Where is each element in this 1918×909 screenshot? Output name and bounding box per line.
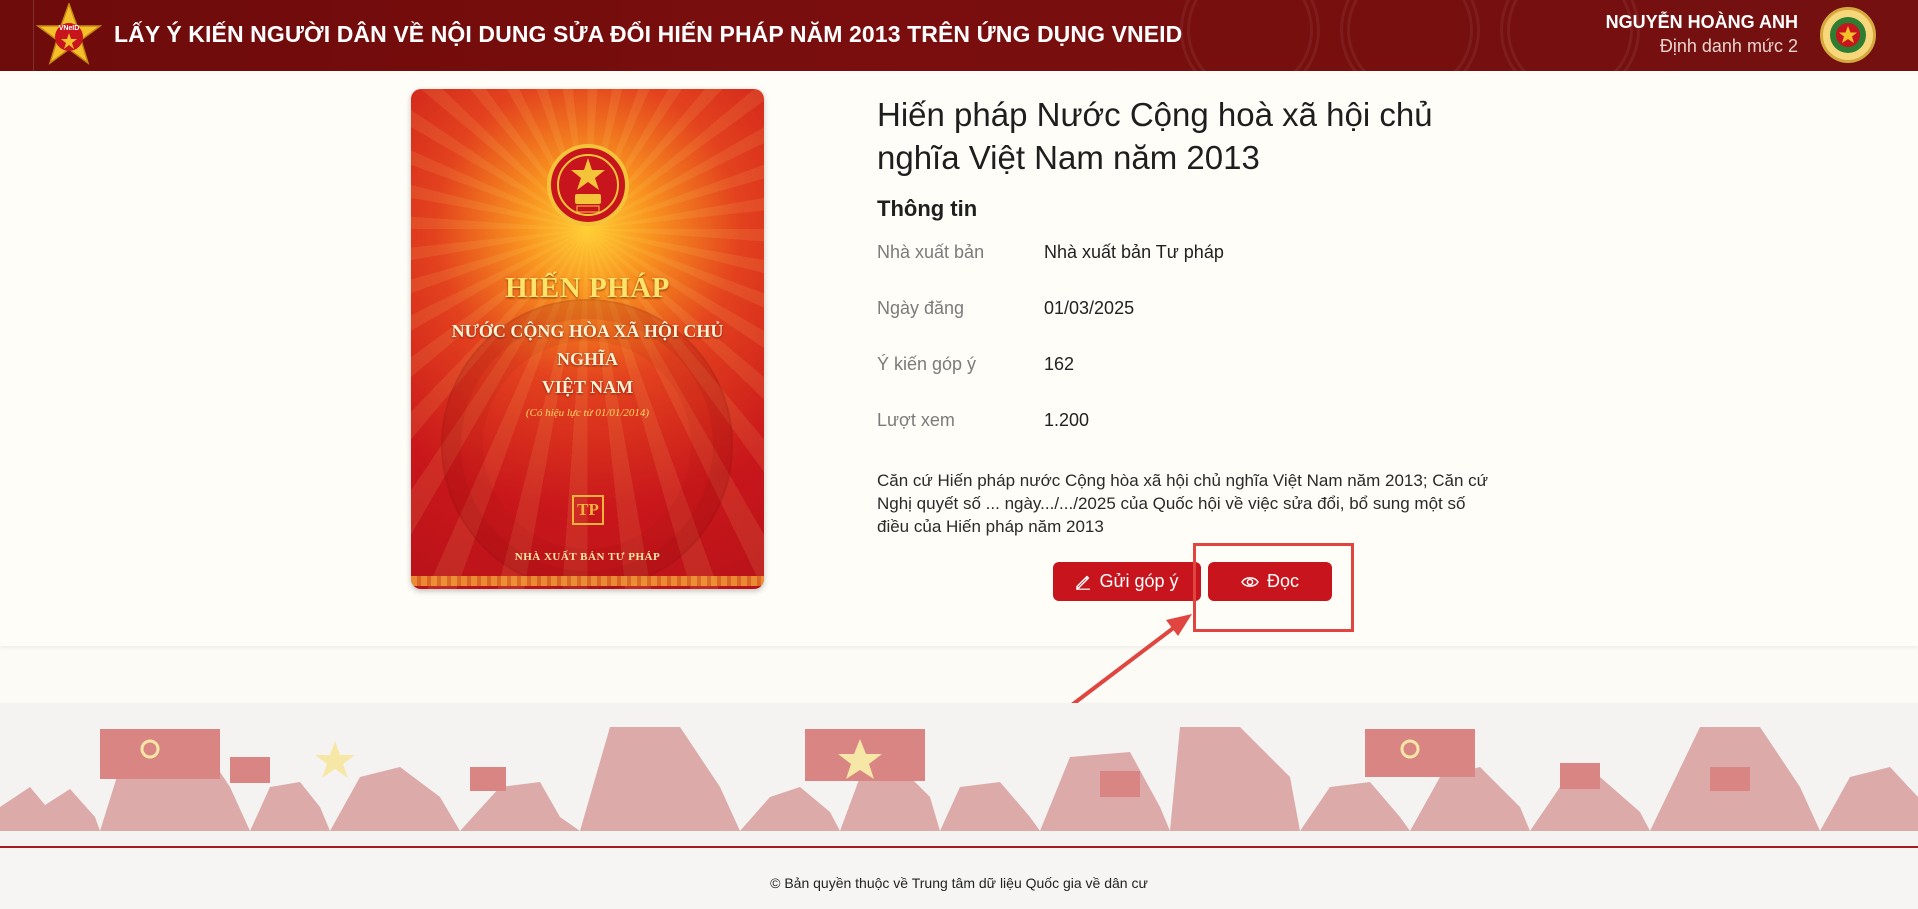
copyright-text: © Bản quyền thuộc về Trung tâm dữ liệu Q…	[0, 848, 1918, 909]
logo-text: VNeID	[59, 25, 80, 32]
user-info[interactable]: NGUYỄN HOÀNG ANH Định danh mức 2	[1606, 12, 1798, 57]
national-emblem-icon	[547, 144, 629, 226]
police-badge-icon	[1830, 17, 1866, 53]
info-label: Ngày đăng	[877, 298, 965, 318]
header-pattern	[1340, 0, 1480, 71]
book-cover-publisher: NHÀ XUẤT BẢN TƯ PHÁP	[514, 551, 661, 563]
book-cover-image: HIẾN PHÁP NƯỚC CỘNG HÒA XÃ HỘI CHỦ NGHĨA…	[411, 89, 764, 589]
crowd-flags-illustration	[0, 727, 1918, 831]
page-header-title: LẤY Ý KIẾN NGƯỜI DÂN VỀ NỘI DUNG SỬA ĐỔI…	[114, 21, 1183, 47]
user-id-level: Định danh mức 2	[1659, 36, 1798, 56]
pencil-icon	[1076, 575, 1091, 590]
info-value: 01/03/2025	[1044, 298, 1135, 318]
send-feedback-label: Gửi góp ý	[1099, 571, 1179, 591]
info-section-heading: Thông tin	[877, 196, 978, 221]
publisher-logo: TP	[572, 495, 604, 525]
footer-banner	[0, 703, 1918, 847]
avatar[interactable]	[1820, 7, 1876, 63]
book-cover-subtitle: NƯỚC CỘNG HÒA XÃ HỘI CHỦ NGHĨA VIỆT NAM	[431, 317, 744, 401]
vneid-logo-icon[interactable]: VNeID	[36, 3, 102, 67]
info-value: Nhà xuất bản Tư pháp	[1044, 242, 1224, 262]
info-value: 1.200	[1044, 410, 1090, 430]
header-pattern	[1180, 0, 1320, 71]
app-header: VNeID LẤY Ý KIẾN NGƯỜI DÂN VỀ NỘI DUNG S…	[0, 0, 1918, 71]
info-value: 162	[1044, 354, 1075, 374]
info-label: Ý kiến góp ý	[877, 354, 977, 374]
book-cover-title: HIẾN PHÁP	[505, 272, 670, 304]
info-label: Lượt xem	[877, 410, 955, 430]
book-cover-subtitle-line: VIỆT NAM	[541, 377, 634, 397]
book-cover-subtitle-line: NƯỚC CỘNG HÒA XÃ HỘI CHỦ NGHĨA	[451, 321, 724, 369]
send-feedback-button[interactable]: Gửi góp ý	[1053, 562, 1201, 601]
book-cover-effective-date: (Có hiệu lực từ 01/01/2014)	[525, 407, 650, 419]
user-name: NGUYỄN HOÀNG ANH	[1605, 12, 1798, 32]
annotation-highlight-box	[1193, 543, 1354, 632]
document-description: Căn cứ Hiến pháp nước Cộng hòa xã hội ch…	[877, 471, 1489, 536]
info-label: Nhà xuất bản	[877, 242, 985, 262]
book-cover-band	[411, 576, 764, 586]
document-title: Hiến pháp Nước Cộng hoà xã hội chủ nghĩa…	[877, 96, 1433, 176]
document-detail-card: HIẾN PHÁP NƯỚC CỘNG HÒA XÃ HỘI CHỦ NGHĨA…	[0, 71, 1918, 646]
header-divider	[33, 0, 34, 71]
